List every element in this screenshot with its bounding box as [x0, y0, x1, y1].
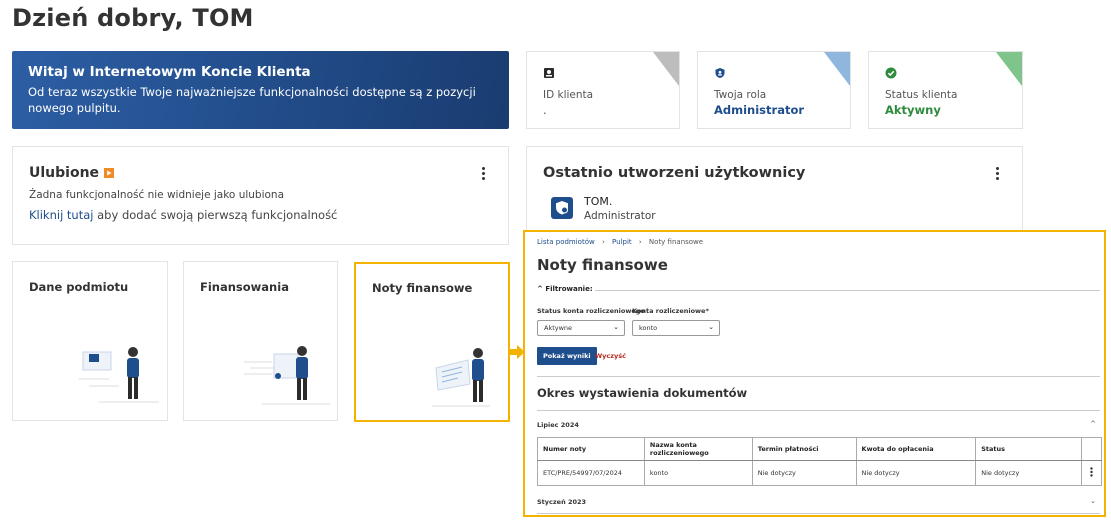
tile-financing-title: Finansowania: [200, 280, 289, 294]
show-results-button[interactable]: Pokaż wyniki: [537, 347, 597, 365]
chevron-down-icon: ⌄: [708, 323, 714, 331]
breadcrumb-entity-list[interactable]: Lista podmiotów: [537, 238, 595, 246]
role-value: Administrator: [714, 103, 805, 117]
recent-users-card: Ostatnio utworzeni użytkownicy TOM. Admi…: [526, 146, 1023, 232]
tile-entity-data[interactable]: Dane podmiotu: [12, 261, 168, 421]
account-name: konto: [643, 460, 753, 486]
amount: Nie dotyczy: [855, 460, 977, 486]
period-title: Okres wystawienia dokumentów: [537, 386, 748, 400]
favorites-title: Ulubione: [29, 165, 100, 181]
recent-user-role: Administrator: [584, 210, 656, 222]
user-avatar-icon: [551, 197, 573, 219]
welcome-banner: Witaj w Internetowym Koncie Klienta Od t…: [12, 51, 509, 129]
status-label: Status klienta: [885, 89, 958, 101]
star-icon: [104, 168, 115, 178]
account-status-select[interactable]: Aktywne ⌄: [537, 320, 625, 336]
col-due-date: Termin płatności: [751, 437, 857, 461]
page-title: Noty finansowe: [537, 256, 668, 274]
filter-divider: [595, 290, 1100, 291]
divider: [537, 376, 1100, 377]
table-header-row: Numer noty Nazwa konta rozliczeniowego T…: [537, 437, 1103, 461]
accounts-label: Konta rozliczeniowe*: [632, 307, 709, 315]
kebab-icon: [1090, 467, 1093, 477]
favorites-card: Ulubione Żadna funkcjonalność nie widnie…: [12, 146, 509, 245]
favorites-hint-suffix: aby dodać swoją pierwszą funkcjonalność: [93, 208, 338, 222]
card-corner-decoration: [653, 52, 679, 86]
col-account-name: Nazwa konta rozliczeniowego: [643, 437, 753, 461]
recent-users-title: Ostatnio utworzeni użytkownicy: [543, 165, 806, 181]
badge-icon: [544, 68, 554, 78]
row-menu-icon[interactable]: [1080, 460, 1103, 486]
breadcrumb-dashboard[interactable]: Pulpit: [612, 238, 632, 246]
breadcrumb: Lista podmiotów › Pulpit › Noty finansow…: [537, 238, 704, 246]
add-favorite-link[interactable]: Kliknij tutaj: [29, 208, 93, 222]
banner-text: Od teraz wszystkie Twoje najważniejsze f…: [28, 85, 476, 115]
col-status: Status: [975, 437, 1082, 461]
col-note-number: Numer noty: [537, 437, 645, 461]
recent-user-name[interactable]: TOM.: [584, 195, 612, 208]
favorites-menu-icon[interactable]: [482, 167, 486, 182]
client-id-card: ID klienta .: [526, 51, 680, 129]
favorites-empty-text: Żadna funkcjonalność nie widnieje jako u…: [29, 189, 285, 201]
clear-button[interactable]: Wyczyść: [595, 352, 626, 360]
tile-financing[interactable]: Finansowania: [183, 261, 338, 421]
notes-illustration-icon: [432, 348, 490, 407]
table-row[interactable]: ETC/PRE/54997/07/2024 konto Nie dotyczy …: [537, 460, 1103, 486]
filter-toggle[interactable]: ^ Filtrowanie:: [537, 285, 593, 293]
recent-users-menu-icon[interactable]: [996, 167, 1000, 182]
col-actions: [1080, 437, 1103, 461]
role-label: Twoja rola: [714, 89, 767, 101]
chevron-up-icon[interactable]: ^: [1090, 420, 1096, 428]
accounts-select[interactable]: konto ⌄: [632, 320, 720, 336]
group-july-2024[interactable]: Lipiec 2024: [537, 421, 579, 429]
chevron-down-icon[interactable]: ⌄: [1090, 497, 1096, 505]
shield-user-icon: [715, 68, 725, 78]
card-corner-decoration: [824, 52, 850, 86]
note-number: ETC/PRE/54997/07/2024: [537, 460, 645, 486]
entity-illustration-icon: [79, 347, 159, 403]
tile-financial-notes[interactable]: Noty finansowe: [354, 262, 510, 422]
check-circle-icon: [885, 67, 897, 79]
chevron-down-icon: ⌄: [613, 323, 619, 331]
client-id-label: ID klienta: [543, 89, 594, 101]
role-card: Twoja rola Administrator: [697, 51, 851, 129]
accounts-value: konto: [639, 324, 658, 332]
user-avatar: [551, 197, 573, 223]
tile-financial-notes-title: Noty finansowe: [372, 281, 473, 295]
status-card: Status klienta Aktywny: [868, 51, 1023, 129]
page-greeting: Dzień dobry, TOM: [12, 4, 254, 32]
tile-entity-data-title: Dane podmiotu: [29, 280, 129, 294]
breadcrumb-current: Noty finansowe: [648, 238, 704, 246]
account-status-label: Status konta rozliczeniowego: [537, 307, 645, 315]
card-corner-decoration: [996, 52, 1022, 86]
status-value: Aktywny: [885, 103, 941, 117]
divider: [537, 513, 1100, 514]
group-january-2023[interactable]: Styczeń 2023: [537, 498, 586, 506]
favorites-hint: Kliknij tutaj aby dodać swoją pierwszą f…: [29, 208, 492, 222]
status: Nie dotyczy: [975, 460, 1082, 486]
filter-heading: Filtrowanie:: [545, 285, 593, 293]
divider: [537, 410, 1100, 411]
financing-illustration-icon: [244, 346, 330, 405]
client-id-value: .: [543, 103, 547, 117]
banner-title: Witaj w Internetowym Koncie Klienta: [28, 64, 311, 80]
account-status-value: Aktywne: [544, 324, 573, 332]
notes-table: Numer noty Nazwa konta rozliczeniowego T…: [537, 437, 1103, 486]
financial-notes-panel: Lista podmiotów › Pulpit › Noty finansow…: [523, 230, 1106, 517]
due-date: Nie dotyczy: [751, 460, 857, 486]
col-amount: Kwota do opłacenia: [855, 437, 977, 461]
